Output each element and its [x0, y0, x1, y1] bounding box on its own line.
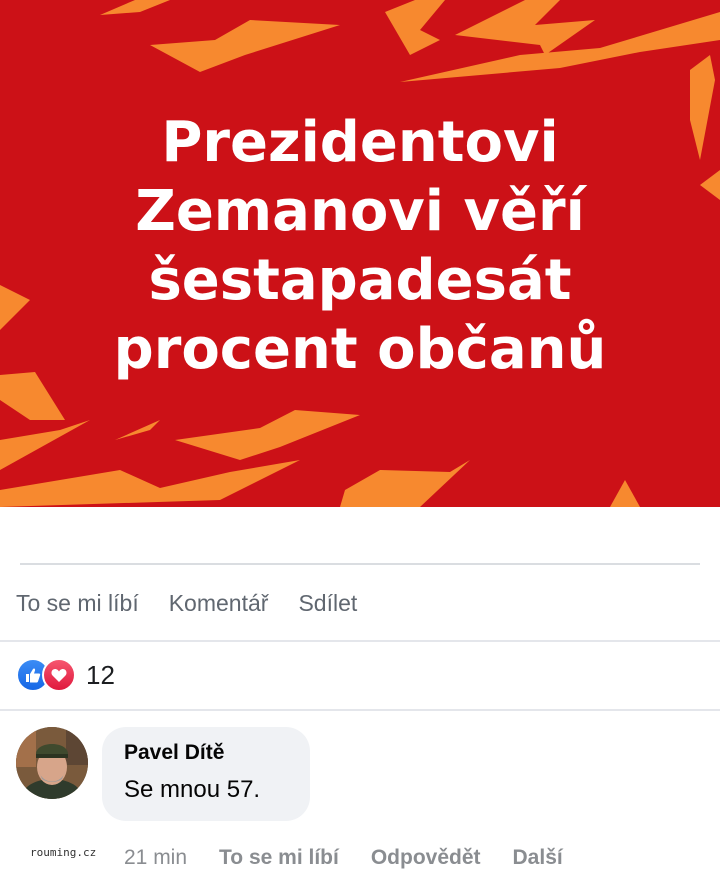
post-action-bar: To se mi líbí Komentář Sdílet: [16, 586, 387, 620]
headline-line: Prezidentovi: [161, 110, 559, 175]
like-button[interactable]: To se mi líbí: [16, 590, 139, 617]
headline-line: procent občanů: [113, 317, 607, 382]
reaction-summary[interactable]: 12: [16, 656, 115, 694]
headline-line: Zemanovi věří: [135, 179, 585, 244]
headline-line: šestapadesát: [148, 248, 572, 313]
avatar[interactable]: [16, 727, 88, 799]
love-icon: [42, 658, 76, 692]
divider: [0, 709, 720, 711]
comment-button[interactable]: Komentář: [169, 590, 269, 617]
share-button[interactable]: Sdílet: [298, 590, 357, 617]
comment-meta: 21 min To se mi líbí Odpovědět Další: [124, 843, 595, 873]
comment-reply-button[interactable]: Odpovědět: [371, 846, 481, 870]
comment-timestamp[interactable]: 21 min: [124, 846, 187, 870]
post-image-banner[interactable]: Prezidentovi Zemanovi věří šestapadesát …: [0, 0, 720, 507]
divider: [0, 640, 720, 642]
comment-like-button[interactable]: To se mi líbí: [219, 846, 339, 870]
divider: [20, 563, 700, 565]
comment-author[interactable]: Pavel Dítě: [124, 739, 288, 767]
comment-more-button[interactable]: Další: [513, 846, 563, 870]
post-headline: Prezidentovi Zemanovi věří šestapadesát …: [0, 108, 720, 384]
reaction-count: 12: [86, 659, 115, 690]
comment-bubble: Pavel Dítě Se mnou 57.: [102, 727, 310, 821]
watermark: rouming.cz: [30, 846, 97, 859]
comment-text: Se mnou 57.: [124, 776, 261, 803]
